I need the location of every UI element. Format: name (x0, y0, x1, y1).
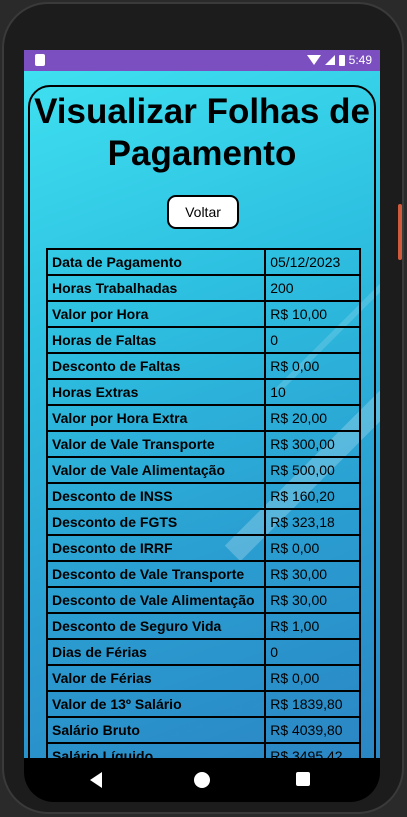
row-value: 0 (264, 326, 361, 354)
row-value: R$ 323,18 (264, 508, 361, 536)
row-label: Salário Líquido (45, 742, 267, 758)
wifi-icon (306, 55, 321, 65)
table-row: Desconto de FGTS R$ 323,18 (45, 508, 361, 536)
table-row: Horas de Faltas 0 (45, 326, 361, 354)
row-value: R$ 1,00 (264, 612, 361, 640)
row-label: Horas de Faltas (45, 326, 267, 354)
row-value: R$ 0,00 (264, 352, 361, 380)
status-time: 5:49 (348, 53, 372, 67)
signal-icon (324, 55, 335, 65)
table-row: Valor por Hora Extra R$ 20,00 (45, 404, 361, 432)
navigation-bar (24, 758, 380, 802)
row-value: R$ 500,00 (264, 456, 361, 484)
row-label: Salário Bruto (45, 716, 267, 744)
table-row: Valor de Vale Alimentação R$ 500,00 (45, 456, 361, 484)
main-content: Visualizar Folhas de Pagamento Voltar Da… (24, 71, 380, 758)
status-icons: 5:49 (306, 53, 372, 67)
row-label: Dias de Férias (45, 638, 267, 666)
nav-home-icon[interactable] (194, 772, 210, 788)
table-row: Valor de Vale Transporte R$ 300,00 (45, 430, 361, 458)
row-label: Valor de Férias (45, 664, 267, 692)
row-value: R$ 10,00 (264, 300, 361, 328)
row-label: Desconto de Faltas (45, 352, 267, 380)
payroll-table: Data de Pagamento 05/12/2023 Horas Trabalh… (45, 248, 361, 758)
row-value: 200 (264, 274, 361, 302)
table-row: Desconto de IRRF R$ 0,00 (45, 534, 361, 562)
table-row: Valor por Hora R$ 10,00 (45, 300, 361, 328)
row-label: Valor de 13º Salário (45, 690, 267, 718)
row-label: Horas Trabalhadas (45, 274, 267, 302)
table-row: Desconto de Vale Alimentação R$ 30,00 (45, 586, 361, 614)
status-bar: 5:49 (24, 50, 380, 71)
table-row: Salário Líquido R$ 3495,42 (45, 742, 361, 758)
table-row: Horas Extras 10 (45, 378, 361, 406)
table-row: Desconto de Faltas R$ 0,00 (45, 352, 361, 380)
row-label: Data de Pagamento (45, 248, 267, 276)
row-value: R$ 300,00 (264, 430, 361, 458)
row-label: Desconto de FGTS (45, 508, 267, 536)
row-value: 0 (264, 638, 361, 666)
row-value: 05/12/2023 (264, 248, 361, 276)
nav-recent-icon[interactable] (296, 772, 310, 786)
row-label: Desconto de Vale Alimentação (45, 586, 267, 614)
row-value: R$ 4039,80 (264, 716, 361, 744)
table-row: Valor de 13º Salário R$ 1839,80 (45, 690, 361, 718)
row-value: R$ 3495,42 (264, 742, 361, 758)
row-label: Horas Extras (45, 378, 267, 406)
table-row: Salário Bruto R$ 4039,80 (45, 716, 361, 744)
battery-icon (338, 54, 345, 66)
row-value: R$ 1839,80 (264, 690, 361, 718)
nav-back-icon[interactable] (90, 772, 102, 788)
row-value: R$ 0,00 (264, 534, 361, 562)
page-title: Visualizar Folhas de Pagamento (34, 92, 370, 173)
table-row: Valor de Férias R$ 0,00 (45, 664, 361, 692)
table-row: Desconto de INSS R$ 160,20 (45, 482, 361, 510)
table-row: Horas Trabalhadas 200 (45, 274, 361, 302)
row-label: Desconto de Vale Transporte (45, 560, 267, 588)
row-label: Valor de Vale Alimentação (45, 456, 267, 484)
row-value: R$ 30,00 (264, 586, 361, 614)
row-label: Valor por Hora (45, 300, 267, 328)
back-button[interactable]: Voltar (167, 195, 239, 229)
table-row: Dias de Férias 0 (45, 638, 361, 666)
row-value: R$ 20,00 (264, 404, 361, 432)
row-value: R$ 0,00 (264, 664, 361, 692)
table-row: Data de Pagamento 05/12/2023 (45, 248, 361, 276)
power-button (398, 204, 402, 260)
row-label: Valor de Vale Transporte (45, 430, 267, 458)
row-label: Desconto de IRRF (45, 534, 267, 562)
screen: 5:49 Visualizar Folhas de Pagamento Volt… (24, 50, 380, 758)
row-label: Desconto de Seguro Vida (45, 612, 267, 640)
sim-card-icon (35, 54, 45, 66)
table-row: Desconto de Seguro Vida R$ 1,00 (45, 612, 361, 640)
row-value: 10 (264, 378, 361, 406)
table-row: Desconto de Vale Transporte R$ 30,00 (45, 560, 361, 588)
row-value: R$ 160,20 (264, 482, 361, 510)
row-label: Desconto de INSS (45, 482, 267, 510)
row-value: R$ 30,00 (264, 560, 361, 588)
row-label: Valor por Hora Extra (45, 404, 267, 432)
